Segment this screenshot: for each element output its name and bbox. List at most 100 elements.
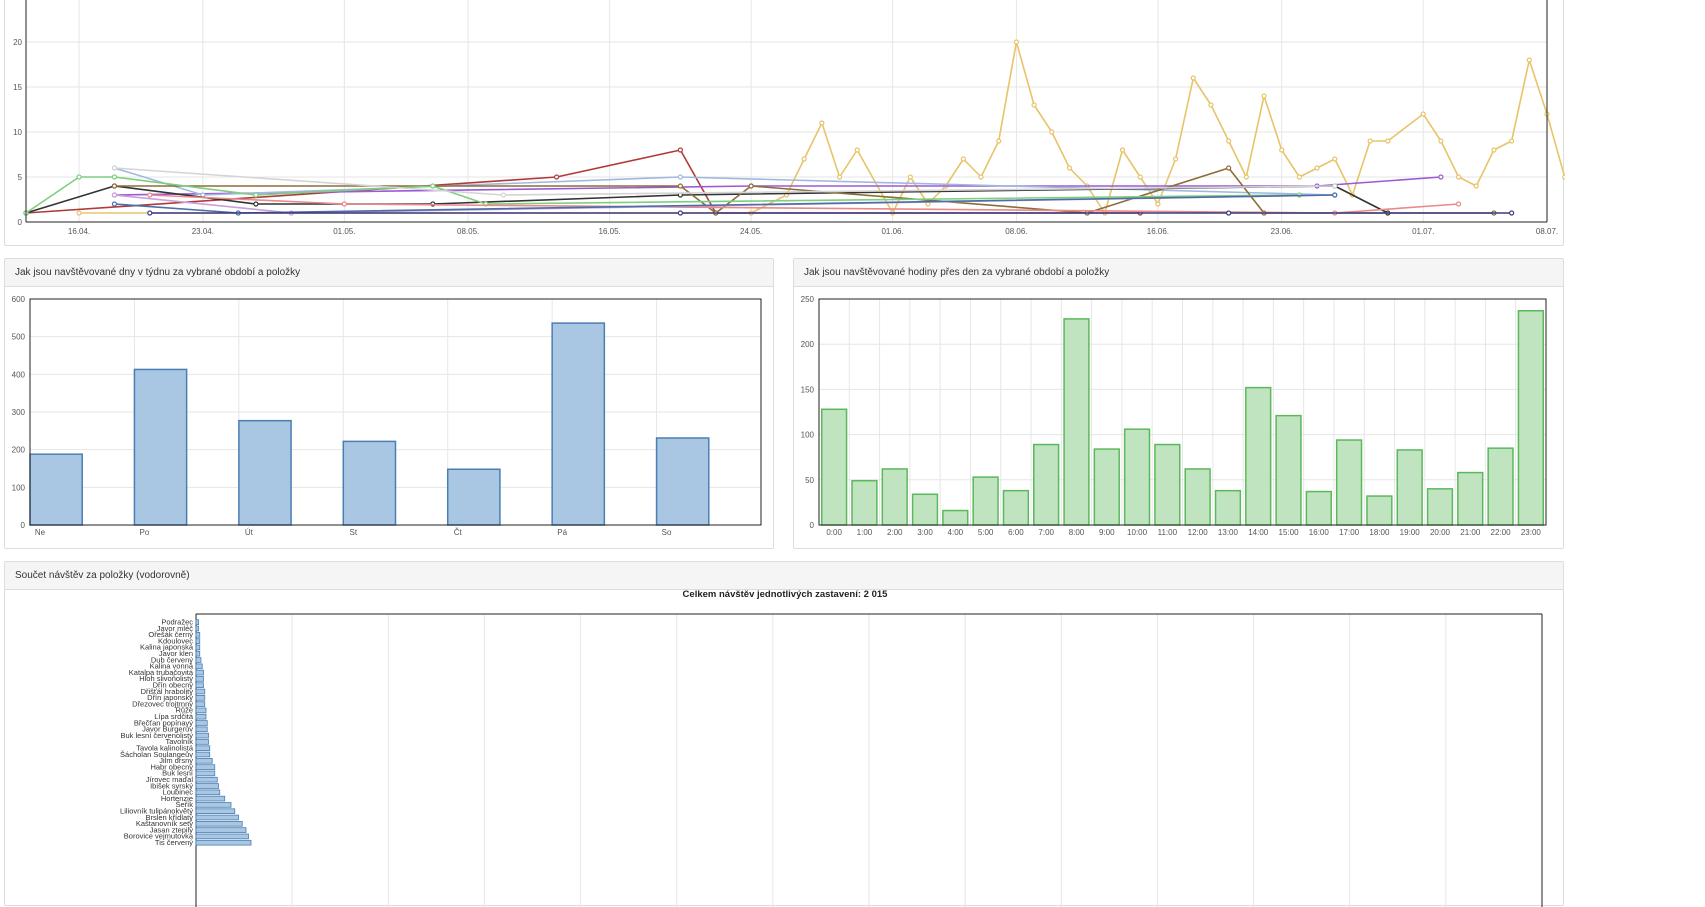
timeline-point — [553, 174, 560, 180]
weekday-xtick-label: So — [662, 528, 672, 537]
hour-xtick-label: 8:00 — [1069, 528, 1085, 537]
weekday-bar — [133, 368, 188, 526]
hour-bar — [1396, 449, 1423, 526]
items-bar — [195, 650, 201, 657]
timeline-point — [996, 138, 1002, 144]
timeline-point — [1367, 138, 1373, 144]
items-bar — [195, 820, 243, 827]
hour-xtick-label: 23:00 — [1521, 528, 1542, 537]
timeline-xtick-label: 16.06. — [1147, 227, 1169, 236]
timeline-xtick-label: 23.06. — [1271, 227, 1293, 236]
weekday-ytick-label: 200 — [12, 446, 26, 455]
weekday-xtick-label: Pá — [557, 528, 567, 537]
timeline-point — [819, 120, 825, 126]
hour-ytick-label: 150 — [801, 385, 815, 394]
items-chart-title: Celkem návštěv jednotlivých zastavení: 2… — [683, 589, 889, 600]
hours-bar-chart: 0 50 100 150 200 250 0:00 1:00 2:00 3:00 4:00 5:00 6… — [801, 295, 1547, 537]
items-bar — [195, 644, 201, 651]
timeline-point — [111, 165, 118, 171]
hour-xtick-label: 1:00 — [857, 528, 873, 537]
timeline-point — [1172, 156, 1179, 162]
items-bar — [195, 764, 216, 770]
weekday-xtick-label: St — [350, 528, 358, 537]
items-bar — [195, 657, 202, 663]
items-bar — [195, 839, 252, 846]
timeline-point — [1137, 174, 1143, 180]
timeline-point — [677, 147, 683, 153]
timeline-point — [1119, 147, 1126, 153]
timeline-point — [1226, 165, 1232, 171]
timeline-ytick-label: 0 — [18, 218, 23, 227]
timeline-point — [1314, 165, 1320, 171]
hour-xtick-label: 0:00 — [826, 528, 842, 537]
items-horizontal-bar-chart: Celkem návštěv jednotlivých zastavení: 2… — [120, 589, 1543, 907]
hour-bar — [881, 468, 908, 526]
items-bar — [195, 694, 206, 701]
hour-xtick-label: 7:00 — [1038, 528, 1054, 537]
items-category-label: Tis červený — [155, 838, 193, 847]
weekday-panel: Jak jsou navštěvované dny v týdnu za vyb… — [4, 258, 774, 549]
items-bar — [195, 732, 209, 739]
hour-xtick-label: 16:00 — [1309, 528, 1330, 537]
hour-bar — [1275, 414, 1302, 526]
items-bar — [195, 739, 209, 745]
hour-ytick-label: 50 — [805, 476, 814, 485]
hour-bar — [1154, 443, 1181, 526]
items-bar — [195, 802, 232, 808]
timeline-point — [836, 174, 843, 180]
items-bar — [195, 676, 204, 682]
timeline-point — [677, 183, 683, 189]
timeline-point — [1562, 174, 1565, 180]
items-bar — [195, 751, 211, 758]
timeline-point — [677, 174, 683, 180]
timeline-series-line — [79, 41, 1565, 214]
hour-xtick-label: 18:00 — [1369, 528, 1390, 537]
hour-bar — [1335, 439, 1363, 526]
hour-bar — [1457, 471, 1484, 526]
timeline-point — [111, 183, 118, 189]
timeline-point — [1438, 174, 1444, 180]
hour-xtick-label: 21:00 — [1460, 528, 1481, 537]
items-bar — [195, 833, 249, 840]
timeline-point — [1526, 57, 1532, 63]
timeline-point — [1226, 138, 1232, 144]
hour-bar — [1033, 443, 1060, 526]
timeline-xtick-label: 08.07. — [1536, 227, 1558, 236]
timeline-point — [147, 210, 153, 216]
hour-xtick-label: 10:00 — [1127, 528, 1148, 537]
timeline-point — [1261, 93, 1267, 99]
items-bar — [195, 638, 201, 644]
timeline-point — [111, 192, 118, 198]
items-bar — [195, 688, 206, 695]
hour-xtick-label: 9:00 — [1099, 528, 1115, 537]
hour-bar — [851, 479, 878, 526]
timeline-xtick-label: 08.06. — [1005, 227, 1027, 236]
weekday-bar — [655, 437, 710, 526]
hour-bar — [1184, 468, 1211, 526]
weekday-bar — [29, 453, 83, 526]
hour-bar — [1366, 495, 1393, 526]
items-bar — [195, 619, 199, 625]
items-panel: Součet návštěv za položky (vodorovně) Ce… — [4, 561, 1564, 907]
timeline-point — [1190, 75, 1196, 81]
weekday-bar — [238, 419, 292, 526]
timeline-xtick-label: 16.04. — [68, 227, 90, 236]
hour-xtick-label: 6:00 — [1008, 528, 1024, 537]
hour-xtick-label: 15:00 — [1279, 528, 1300, 537]
hour-xtick-label: 3:00 — [917, 528, 933, 537]
hour-xtick-label: 19:00 — [1400, 528, 1421, 537]
timeline-point — [854, 147, 860, 153]
timeline-point — [111, 201, 118, 207]
hour-xtick-label: 4:00 — [948, 528, 964, 537]
timeline-point — [960, 156, 966, 162]
timeline-point — [1420, 111, 1426, 117]
timeline-xtick-label: 01.07. — [1412, 227, 1434, 236]
weekday-bar-chart: 0 100 200 300 400 500 600 Ne Po Út St Čt Pá So — [12, 295, 762, 537]
timeline-ytick-label: 20 — [13, 38, 22, 47]
hour-bar — [1063, 318, 1090, 526]
timeline-point — [1455, 174, 1462, 180]
timeline-point — [430, 183, 436, 189]
items-bar — [195, 808, 236, 815]
timeline-point — [1296, 174, 1302, 180]
timeline-point — [1226, 210, 1232, 216]
